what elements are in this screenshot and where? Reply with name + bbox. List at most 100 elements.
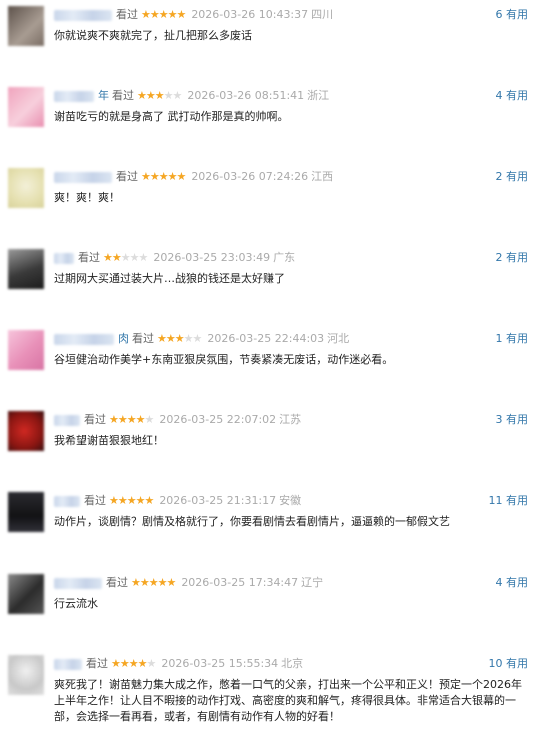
comment-location: 江西 (311, 170, 334, 183)
avatar[interactable] (8, 168, 44, 208)
useful-count: 1 (495, 332, 503, 345)
comment-meta: 看过 ★★★★★ 2026-03-25 17:34:47 辽宁 (54, 576, 323, 590)
comment-time: 2026-03-25 22:07:02 (159, 413, 277, 426)
watched-status: 看过 (132, 332, 154, 345)
username[interactable] (54, 333, 114, 345)
avatar[interactable] (8, 249, 44, 289)
username[interactable] (54, 171, 112, 183)
username[interactable] (54, 577, 102, 589)
useful-vote-button[interactable]: 2 有用 (496, 170, 529, 184)
username[interactable] (54, 252, 74, 264)
watched-status: 过 (95, 413, 106, 426)
comment-location: 江苏 (279, 413, 302, 426)
comment-text: 谷垣健治动作美学+东南亚狠戾氛围，节奏紧凑无废话，动作迷必看。 (54, 353, 394, 366)
username-tail: 看 (84, 413, 95, 426)
comment-text: 你就说爽不爽就完了，扯几把那么多废话 (54, 29, 252, 42)
useful-count: 2 (495, 170, 503, 183)
useful-count: 4 (495, 89, 503, 102)
comment-meta: 看 过 ★★★★★ 2026-03-25 21:31:17 安徽 (54, 494, 301, 508)
avatar[interactable] (8, 492, 44, 532)
useful-vote-button[interactable]: 3 有用 (496, 413, 529, 427)
comment-text: 爽！爽！爽！ (54, 191, 120, 204)
comment-location: 浙江 (307, 89, 330, 102)
watched-status: 看过 (112, 89, 134, 102)
useful-vote-button[interactable]: 1 有用 (496, 332, 529, 346)
rating-stars: ★★★★★ (109, 413, 154, 426)
watched-status: 过 (95, 494, 106, 507)
comment-location: 辽宁 (301, 576, 324, 589)
rating-stars: ★★★★★ (137, 89, 182, 102)
comment-meta: 年 看过 ★★★★★ 2026-03-26 08:51:41 浙江 (54, 89, 329, 103)
avatar[interactable] (8, 6, 44, 46)
rating-stars: ★★★★★ (141, 170, 186, 183)
useful-label: 有用 (506, 8, 528, 21)
useful-vote-button[interactable]: 11 有用 (489, 494, 529, 508)
comment-time: 2026-03-25 21:31:17 (159, 494, 277, 507)
useful-vote-button[interactable]: 4 有用 (496, 576, 529, 590)
rating-stars: ★★★★★ (111, 657, 156, 670)
comment-location: 广东 (273, 251, 296, 264)
rating-stars: ★★★★★ (141, 8, 186, 21)
comment-time: 2026-03-25 15:55:34 (161, 657, 279, 670)
username[interactable] (54, 9, 112, 21)
username[interactable] (54, 90, 94, 102)
avatar[interactable] (8, 87, 44, 127)
useful-count: 4 (495, 576, 503, 589)
comment-location: 安徽 (279, 494, 302, 507)
useful-label: 有用 (506, 576, 528, 589)
comment-meta: 看过 ★★★★★ 2026-03-26 07:24:26 江西 (54, 170, 333, 184)
comment-time: 2026-03-25 17:34:47 (181, 576, 299, 589)
comment-text: 谢苗吃亏的就是身高了 武打动作那是真的帅啊。 (54, 110, 289, 123)
username-tail: 年 (98, 89, 109, 102)
comment-meta: 看 过 ★★★★★ 2026-03-25 22:07:02 江苏 (54, 413, 301, 427)
useful-label: 有用 (506, 657, 528, 670)
useful-count: 10 (488, 657, 503, 670)
watched-status: 看过 (86, 657, 108, 670)
avatar[interactable] (8, 330, 44, 370)
avatar[interactable] (8, 574, 44, 614)
username[interactable] (54, 414, 80, 426)
comment-time: 2026-03-26 10:43:37 (191, 8, 309, 21)
rating-stars: ★★★★★ (131, 576, 176, 589)
useful-vote-button[interactable]: 10 有用 (489, 657, 529, 671)
comment-text: 过期网大买通过装大片…战狼的钱还是太好赚了 (54, 272, 285, 285)
watched-status: 看过 (116, 8, 138, 21)
rating-stars: ★★★★★ (157, 332, 202, 345)
comment-time: 2026-03-25 23:03:49 (153, 251, 271, 264)
comment-meta: 看过 ★★★★★ 2026-03-25 15:55:34 北京 (54, 657, 303, 671)
useful-label: 有用 (506, 494, 528, 507)
comment-meta: 看过 ★★★★★ 2026-03-26 10:43:37 四川 (54, 8, 333, 22)
useful-label: 有用 (506, 89, 528, 102)
watched-status: 看过 (78, 251, 100, 264)
username-tail: 看 (84, 494, 95, 507)
comment-text: 我希望谢苗狠狠地红！ (54, 434, 164, 447)
useful-vote-button[interactable]: 4 有用 (496, 89, 529, 103)
comment-text: 爽死我了！谢苗魅力集大成之作，憋着一口气的父亲，打出来一个公平和正义！预定一个2… (54, 678, 522, 723)
comment-location: 四川 (311, 8, 334, 21)
comment-text: 行云流水 (54, 597, 98, 610)
useful-count: 11 (488, 494, 503, 507)
avatar[interactable] (8, 411, 44, 451)
avatar[interactable] (8, 655, 44, 695)
comment-time: 2026-03-25 22:44:03 (207, 332, 325, 345)
watched-status: 看过 (106, 576, 128, 589)
comment-text: 动作片，谈剧情？剧情及格就行了，你要看剧情去看剧情片，逼逼赖的一郁假文艺 (54, 515, 450, 528)
useful-vote-button[interactable]: 2 有用 (496, 251, 529, 265)
rating-stars: ★★★★★ (103, 251, 148, 264)
useful-label: 有用 (506, 413, 528, 426)
username[interactable] (54, 658, 82, 670)
comment-meta: 肉 看过 ★★★★★ 2026-03-25 22:44:03 河北 (54, 332, 349, 346)
useful-label: 有用 (506, 170, 528, 183)
useful-vote-button[interactable]: 6 有用 (496, 8, 529, 22)
username[interactable] (54, 495, 80, 507)
comment-time: 2026-03-26 07:24:26 (191, 170, 309, 183)
comment-location: 河北 (327, 332, 350, 345)
useful-label: 有用 (506, 251, 528, 264)
rating-stars: ★★★★★ (109, 494, 154, 507)
watched-status: 看过 (116, 170, 138, 183)
useful-count: 6 (495, 8, 503, 21)
comment-location: 北京 (281, 657, 304, 670)
comment-meta: 看过 ★★★★★ 2026-03-25 23:03:49 广东 (54, 251, 295, 265)
useful-count: 3 (495, 413, 503, 426)
useful-label: 有用 (506, 332, 528, 345)
